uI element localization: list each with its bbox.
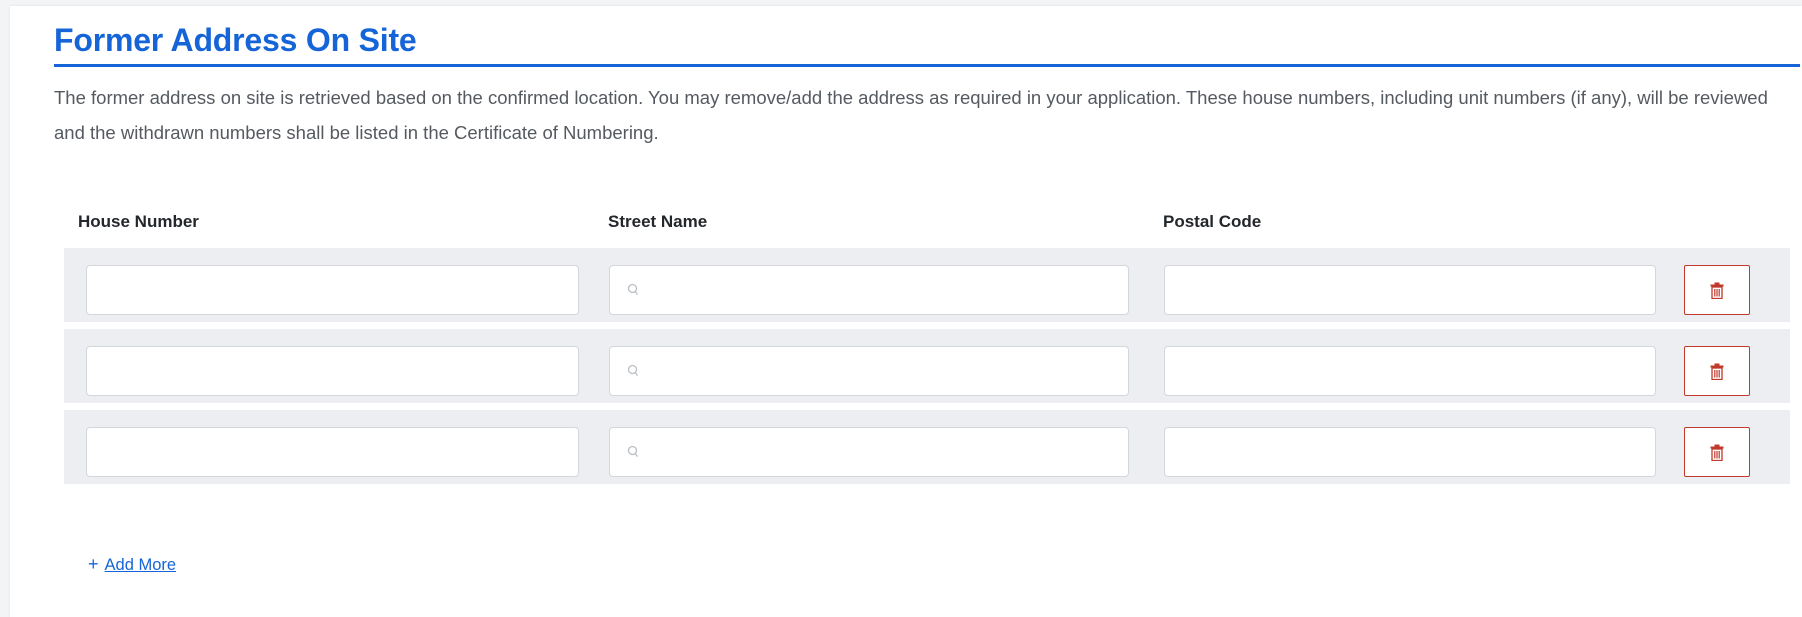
trash-icon [1710,363,1724,380]
house-number-input[interactable] [86,265,579,315]
search-icon [627,364,639,376]
column-header-street-name: Street Name [608,212,708,231]
address-row [64,248,1790,322]
column-header-postal-code: Postal Code [1163,212,1262,231]
former-address-card: Former Address On Site The former addres… [10,6,1802,617]
delete-row-button[interactable] [1684,427,1750,477]
delete-row-button[interactable] [1684,346,1750,396]
street-name-input[interactable] [646,266,1120,316]
trash-icon [1710,282,1724,299]
postal-code-input[interactable] [1164,346,1656,396]
address-row [64,410,1790,484]
street-name-input[interactable] [646,428,1120,478]
search-icon [627,283,639,295]
street-name-field[interactable] [609,346,1129,397]
postal-code-input[interactable] [1164,265,1656,315]
add-more-label: Add More [104,556,177,574]
section-title: Former Address On Site [54,22,417,58]
house-number-input[interactable] [86,346,579,396]
trash-icon [1710,444,1724,461]
street-name-input[interactable] [646,347,1120,397]
column-header-house-number: House Number [78,212,199,231]
street-name-field[interactable] [609,265,1129,316]
add-more-link[interactable]: + Add More [88,554,176,575]
search-icon [627,445,639,457]
address-row [64,329,1790,403]
title-divider [54,64,1800,67]
house-number-input[interactable] [86,427,579,477]
section-description: The former address on site is retrieved … [54,87,1768,143]
delete-row-button[interactable] [1684,265,1750,315]
street-name-field[interactable] [609,427,1129,478]
plus-icon: + [88,554,99,574]
postal-code-input[interactable] [1164,427,1656,477]
